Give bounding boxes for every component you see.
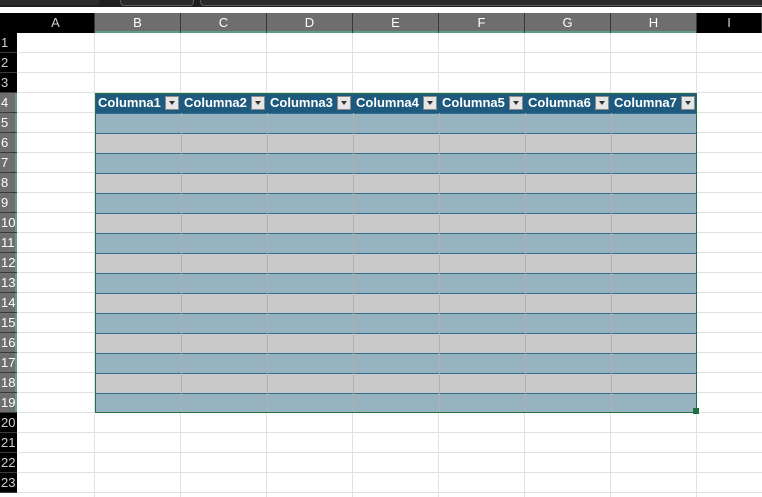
row-header-2[interactable]: 2 [0,53,17,73]
row-header-14[interactable]: 14 [0,293,17,313]
table-row[interactable] [95,173,697,193]
table-row[interactable] [95,373,697,393]
row-header-18[interactable]: 18 [0,373,17,393]
table-resize-handle[interactable] [693,408,699,414]
table-row[interactable] [95,233,697,253]
table-column-divider [267,113,268,413]
filter-dropdown-icon[interactable] [681,96,695,110]
row-header-23[interactable]: 23 [0,473,17,493]
filter-dropdown-icon[interactable] [595,96,609,110]
filter-dropdown-icon[interactable] [165,96,179,110]
row-header-1[interactable]: 1 [0,33,17,53]
table-row[interactable] [95,253,697,273]
table-header-columna3[interactable]: Columna3 [267,93,337,113]
table-header-columna1[interactable]: Columna1 [95,93,165,113]
table-row[interactable] [95,393,697,413]
row-header-19[interactable]: 19 [0,393,17,413]
row-header-10[interactable]: 10 [0,213,17,233]
formula-bar[interactable] [200,0,762,6]
table-row[interactable] [95,353,697,373]
grid-line-horizontal [17,72,762,73]
row-header-22[interactable]: 22 [0,453,17,473]
table-column-divider [181,113,182,413]
column-header-h[interactable]: H [611,13,697,33]
column-header-b[interactable]: B [95,13,181,33]
row-header-7[interactable]: 7 [0,153,17,173]
table-row[interactable] [95,153,697,173]
grid-line-horizontal [17,432,762,433]
table-column-divider [525,113,526,413]
table-header-columna5[interactable]: Columna5 [439,93,509,113]
row-header-6[interactable]: 6 [0,133,17,153]
row-header-4[interactable]: 4 [0,93,17,113]
row-header-17[interactable]: 17 [0,353,17,373]
filter-dropdown-icon[interactable] [337,96,351,110]
table-header-columna6[interactable]: Columna6 [525,93,595,113]
column-header-f[interactable]: F [439,13,525,33]
row-header-3[interactable]: 3 [0,73,17,93]
row-header-16[interactable]: 16 [0,333,17,353]
filter-dropdown-icon[interactable] [423,96,437,110]
row-header-15[interactable]: 15 [0,313,17,333]
formula-controls[interactable] [120,0,194,6]
grid-line-horizontal [17,452,762,453]
grid-line-horizontal [17,472,762,473]
table-row[interactable] [95,333,697,353]
table-column-divider [611,113,612,413]
table-header-columna4[interactable]: Columna4 [353,93,423,113]
row-header-9[interactable]: 9 [0,193,17,213]
row-header-12[interactable]: 12 [0,253,17,273]
table-row[interactable] [95,273,697,293]
row-header-20[interactable]: 20 [0,413,17,433]
grid-line-horizontal [17,52,762,53]
column-header-a[interactable]: A [17,13,95,33]
column-header-e[interactable]: E [353,13,439,33]
column-header-c[interactable]: C [181,13,267,33]
table-row[interactable] [95,313,697,333]
excel-table[interactable]: Columna1 Columna2 Columna3 Columna4 Columna5… [95,93,699,414]
table-column-divider [353,113,354,413]
select-all-corner[interactable] [0,13,17,33]
column-header-d[interactable]: D [267,13,353,33]
name-box[interactable] [0,0,100,5]
row-header-8[interactable]: 8 [0,173,17,193]
column-header-i[interactable]: I [697,13,762,33]
table-header-columna7[interactable]: Columna7 [611,93,681,113]
table-row[interactable] [95,213,697,233]
table-row[interactable] [95,133,697,153]
row-header-21[interactable]: 21 [0,433,17,453]
table-row[interactable] [95,193,697,213]
table-header-columna2[interactable]: Columna2 [181,93,251,113]
table-row[interactable] [95,293,697,313]
row-header-11[interactable]: 11 [0,233,17,253]
table-column-divider [439,113,440,413]
column-header-g[interactable]: G [525,13,611,33]
row-header-13[interactable]: 13 [0,273,17,293]
top-toolbar-strip [0,0,762,7]
table-row[interactable] [95,113,697,133]
filter-dropdown-icon[interactable] [251,96,265,110]
grid-line-horizontal [17,492,762,493]
filter-dropdown-icon[interactable] [509,96,523,110]
row-header-5[interactable]: 5 [0,113,17,133]
